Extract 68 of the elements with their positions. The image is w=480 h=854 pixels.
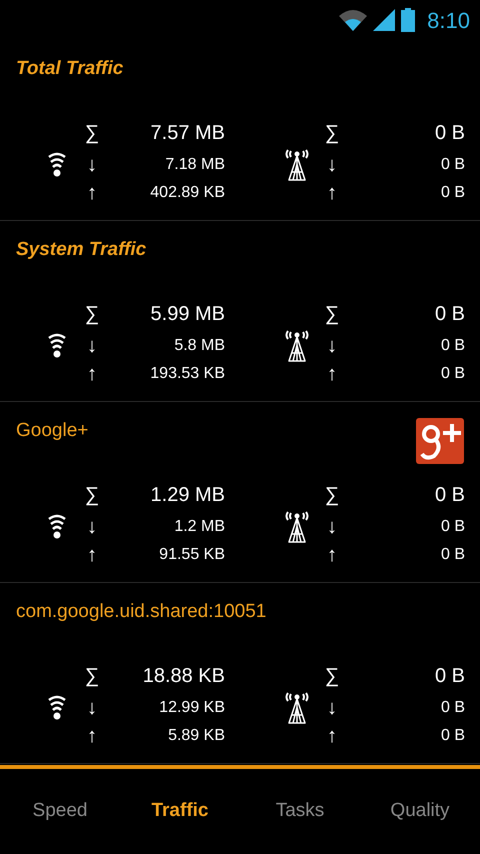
total-value: 0 B <box>434 121 465 146</box>
sum-symbol: ∑ <box>84 302 100 327</box>
wifi-signal-icon <box>339 9 368 31</box>
total-value: 1.29 MB <box>150 483 225 508</box>
download-arrow: ↓ <box>326 153 338 178</box>
cell-signal-icon <box>373 9 396 31</box>
upload-arrow: ↑ <box>86 181 98 206</box>
download-arrow: ↓ <box>326 696 338 721</box>
download-arrow: ↓ <box>86 153 98 178</box>
sum-symbol: ∑ <box>324 121 340 146</box>
section-title: com.google.uid.shared:10051 <box>16 601 266 623</box>
upload-arrow: ↑ <box>86 362 98 387</box>
upload-arrow: ↑ <box>326 543 338 568</box>
download-arrow: ↓ <box>326 334 338 359</box>
upload-value: 193.53 KB <box>149 364 225 384</box>
upload-value: 5.89 KB <box>167 726 225 746</box>
download-value: 0 B <box>440 336 465 356</box>
download-value: 1.2 MB <box>173 517 225 537</box>
upload-value: 91.55 KB <box>158 545 225 565</box>
upload-value: 0 B <box>440 726 465 746</box>
cell-tower-icon <box>283 148 311 182</box>
battery-icon <box>401 8 416 32</box>
tab[interactable]: Quality <box>360 769 480 854</box>
download-value: 5.8 MB <box>173 336 225 356</box>
upload-value: 402.89 KB <box>149 183 225 203</box>
total-value: 0 B <box>434 664 465 689</box>
sum-symbol: ∑ <box>324 302 340 327</box>
total-value: 18.88 KB <box>142 664 225 689</box>
sum-symbol: ∑ <box>324 483 340 508</box>
cell-tower-icon <box>283 510 311 544</box>
upload-value: 0 B <box>440 364 465 384</box>
upload-arrow: ↑ <box>326 181 338 206</box>
cell-tower-icon <box>283 691 311 725</box>
upload-arrow: ↑ <box>86 543 98 568</box>
download-value: 0 B <box>440 698 465 718</box>
wifi-icon <box>48 152 66 178</box>
download-value: 0 B <box>440 155 465 175</box>
download-arrow: ↓ <box>326 515 338 540</box>
download-arrow: ↓ <box>86 334 98 359</box>
total-value: 5.99 MB <box>150 302 225 327</box>
download-value: 0 B <box>440 517 465 537</box>
upload-arrow: ↑ <box>86 724 98 749</box>
download-arrow: ↓ <box>86 696 98 721</box>
upload-arrow: ↑ <box>326 724 338 749</box>
wifi-icon <box>48 333 66 359</box>
upload-value: 0 B <box>440 183 465 203</box>
sum-symbol: ∑ <box>84 664 100 689</box>
sum-symbol: ∑ <box>84 121 100 146</box>
sum-symbol: ∑ <box>324 664 340 689</box>
wifi-icon <box>48 514 66 540</box>
tab[interactable]: Speed <box>0 769 120 854</box>
section-title: Google+ <box>16 420 88 442</box>
total-value: 0 B <box>434 483 465 508</box>
total-value: 0 B <box>434 302 465 327</box>
tab[interactable]: Tasks <box>240 769 360 854</box>
download-arrow: ↓ <box>86 515 98 540</box>
upload-arrow: ↑ <box>326 362 338 387</box>
clock: 8:10 <box>427 6 470 34</box>
tab[interactable]: Traffic <box>120 769 240 854</box>
wifi-icon <box>48 695 66 721</box>
section-title: System Traffic <box>16 239 146 261</box>
total-value: 7.57 MB <box>150 121 225 146</box>
download-value: 12.99 KB <box>158 698 225 718</box>
cell-tower-icon <box>283 329 311 363</box>
upload-value: 0 B <box>440 545 465 565</box>
download-value: 7.18 MB <box>164 155 225 175</box>
sum-symbol: ∑ <box>84 483 100 508</box>
section-title: Total Traffic <box>16 58 124 80</box>
